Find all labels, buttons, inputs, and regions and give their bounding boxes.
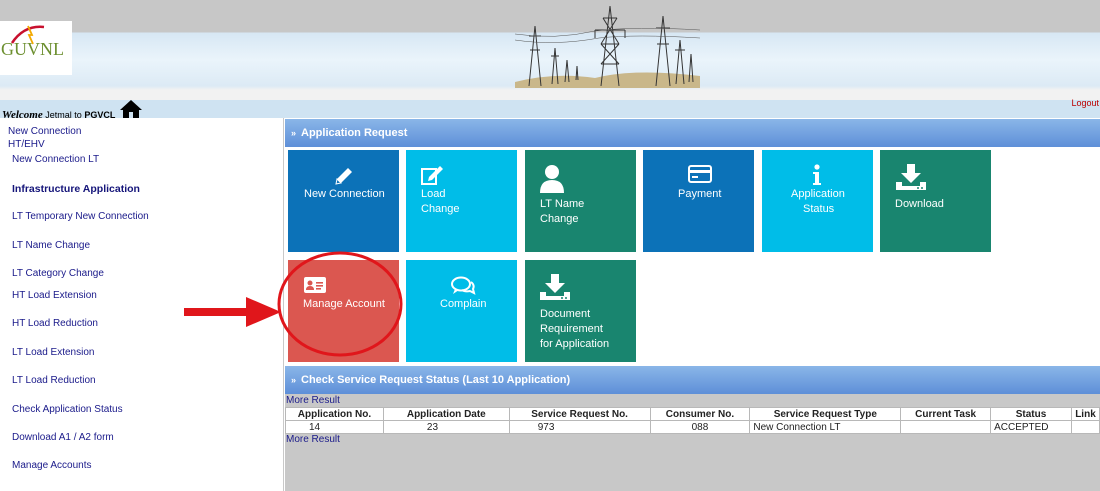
link-cell[interactable] — [1070, 420, 1100, 434]
tile-label: Load Change — [421, 188, 460, 215]
sidebar-item-lt-load-extension[interactable]: LT Load Extension — [12, 347, 94, 358]
service-request-no-cell: 973 — [508, 420, 651, 434]
sidebar-item-lt-category-change[interactable]: LT Category Change — [12, 268, 104, 279]
sidebar-item-ht-load-extension[interactable]: HT Load Extension — [12, 290, 97, 301]
tile-load-change[interactable]: Load Change — [406, 150, 517, 252]
sidebar-item-download-a1-a2-form[interactable]: Download A1 / A2 form — [12, 432, 114, 443]
welcome-bar — [0, 100, 1100, 118]
sidebar-item-new-connection-lt[interactable]: New Connection LT — [12, 154, 99, 165]
sidebar-item-infrastructure-application[interactable]: Infrastructure Application — [12, 183, 140, 195]
column-header: Current Task — [900, 407, 992, 421]
user-icon — [540, 165, 564, 193]
home-icon[interactable] — [119, 99, 143, 119]
column-header: Status — [990, 407, 1072, 421]
sidebar-item-lt-temporary-new-connection[interactable]: LT Temporary New Connection — [12, 211, 149, 222]
current-task-cell — [900, 420, 992, 434]
sidebar-item-lt-load-reduction[interactable]: LT Load Reduction — [12, 375, 96, 386]
application-date-cell: 23 — [382, 420, 510, 434]
double-chevron-icon: » — [291, 128, 297, 138]
tile-label: Application Status — [791, 188, 845, 215]
sidebar-item-ht-ehv[interactable]: HT/EHV — [8, 139, 45, 150]
tile-application-status[interactable]: Application Status — [762, 150, 873, 252]
annotation-arrow-icon — [184, 297, 281, 327]
service-status-header: » Check Service Request Status (Last 10 A… — [285, 366, 1100, 394]
info-icon — [813, 164, 821, 185]
power-towers-banner-icon — [515, 5, 700, 88]
column-header: Service Request No. — [508, 407, 651, 421]
logout-link[interactable]: Logout — [1071, 98, 1099, 108]
column-header: Service Request Type — [749, 407, 902, 421]
column-header: Consumer No. — [649, 407, 751, 421]
tile-download[interactable]: Download — [880, 150, 991, 252]
sidebar-item-check-application-status[interactable]: Check Application Status — [12, 404, 123, 415]
column-header: Application Date — [382, 407, 510, 421]
logo-text: GUVNL — [1, 39, 64, 59]
tile-label: Payment — [678, 188, 722, 200]
double-chevron-icon: » — [291, 375, 297, 385]
sidebar-item-manage-accounts[interactable]: Manage Accounts — [12, 460, 92, 471]
sidebar-item-lt-name-change[interactable]: LT Name Change — [12, 240, 90, 251]
annotation-circle-icon — [277, 251, 403, 357]
column-header: Application No. — [285, 407, 384, 421]
tile-label: Download — [895, 198, 944, 210]
service-request-table: Application No. Application Date Service… — [285, 407, 1100, 434]
table-header-row: Application No. Application Date Service… — [285, 407, 1100, 421]
tile-new-connection[interactable]: New Connection — [288, 150, 399, 252]
application-no-cell: 14 — [285, 420, 384, 434]
status-cell: ACCEPTED — [990, 420, 1072, 434]
consumer-no-cell: 088 — [649, 420, 751, 434]
download-icon — [540, 274, 570, 300]
service-request-type-cell: New Connection LT — [749, 420, 902, 434]
credit-card-icon — [688, 165, 712, 183]
download-icon — [896, 164, 926, 190]
sidebar-item-new-connection[interactable]: New Connection — [8, 126, 81, 137]
column-header: Link — [1070, 407, 1100, 421]
site-header: GUVNL — [0, 0, 1100, 100]
pencil-icon — [335, 168, 352, 185]
tile-label: Complain — [440, 298, 487, 310]
tile-payment[interactable]: Payment — [643, 150, 754, 252]
tile-label: Document Requirement for Application — [540, 308, 610, 350]
guvnl-logo: GUVNL — [0, 21, 72, 75]
tile-lt-name-change[interactable]: LT Name Change — [525, 150, 636, 252]
edit-icon — [421, 166, 443, 185]
chat-icon — [451, 276, 476, 295]
more-result-link[interactable]: More Result — [286, 395, 340, 406]
tile-document-requirement[interactable]: Document Requirement for Application — [525, 260, 636, 362]
tile-complain[interactable]: Complain — [406, 260, 517, 362]
tile-label: LT Name Change — [540, 198, 585, 225]
application-request-header: » Application Request — [285, 119, 1100, 147]
sidebar-item-ht-load-reduction[interactable]: HT Load Reduction — [12, 318, 98, 329]
table-row: 14 23 973 088 New Connection LT ACCEPTED — [285, 420, 1100, 434]
more-result-link[interactable]: More Result — [286, 434, 340, 445]
tile-label: New Connection — [304, 188, 385, 200]
